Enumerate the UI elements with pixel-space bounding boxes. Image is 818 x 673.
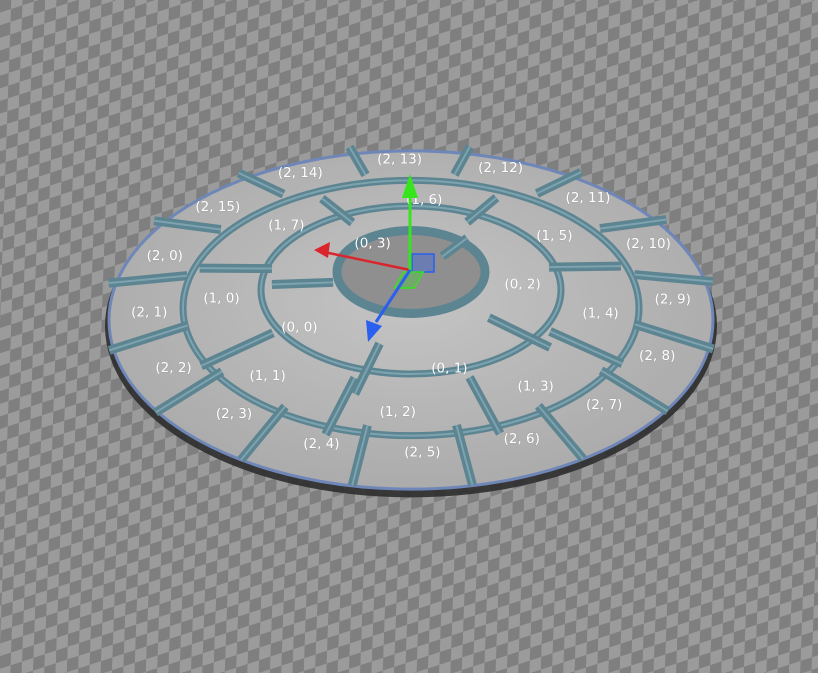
cell-label-ring2: (2, 9) — [655, 292, 691, 308]
cell-label-ring2: (2, 6) — [504, 431, 540, 447]
cell-label-ring1: (1, 1) — [249, 368, 285, 384]
cell-label-ring1: (1, 4) — [582, 305, 618, 321]
cell-label-ring1: (1, 3) — [518, 378, 554, 394]
cell-label-ring1: (1, 0) — [203, 291, 239, 307]
cell-label-ring0: (0, 1) — [431, 360, 467, 376]
cell-label-ring0: (0, 2) — [504, 276, 540, 292]
cell-label-ring2: (2, 11) — [566, 190, 611, 206]
cell-label-ring2: (2, 15) — [195, 199, 240, 215]
cell-label-ring1: (1, 2) — [380, 404, 416, 420]
cell-label-ring2: (2, 14) — [278, 165, 323, 181]
cell-label-ring2: (2, 7) — [586, 397, 622, 413]
cell-label-ring2: (2, 2) — [155, 360, 191, 376]
cell-label-ring2: (2, 8) — [639, 348, 675, 364]
cell-label-ring2: (2, 1) — [131, 304, 167, 320]
cell-label-ring1: (1, 7) — [268, 218, 304, 234]
scene-canvas[interactable]: (0, 0) (0, 1) (0, 2) (0, 3) (1, 0) (1, 1) (1, … — [0, 0, 818, 673]
cell-label-ring2: (2, 5) — [404, 445, 440, 461]
cell-label-ring2: (2, 10) — [626, 236, 671, 252]
scene-viewport[interactable]: (0, 0) (0, 1) (0, 2) (0, 3) (1, 0) (1, 1) (1, … — [0, 0, 818, 673]
cell-label-ring2: (2, 13) — [377, 151, 422, 167]
cell-label-ring0: (0, 0) — [281, 320, 317, 336]
cell-label-ring2: (2, 4) — [303, 436, 339, 452]
cell-label-ring2: (2, 0) — [147, 248, 183, 264]
cell-label-ring0: (0, 3) — [354, 236, 390, 252]
cell-label-ring2: (2, 3) — [216, 406, 252, 422]
cell-label-ring2: (2, 12) — [478, 160, 523, 176]
cell-label-ring1: (1, 5) — [536, 228, 572, 244]
xz-plane-handle[interactable] — [411, 253, 435, 273]
ring1-divider-highlight — [549, 265, 621, 269]
